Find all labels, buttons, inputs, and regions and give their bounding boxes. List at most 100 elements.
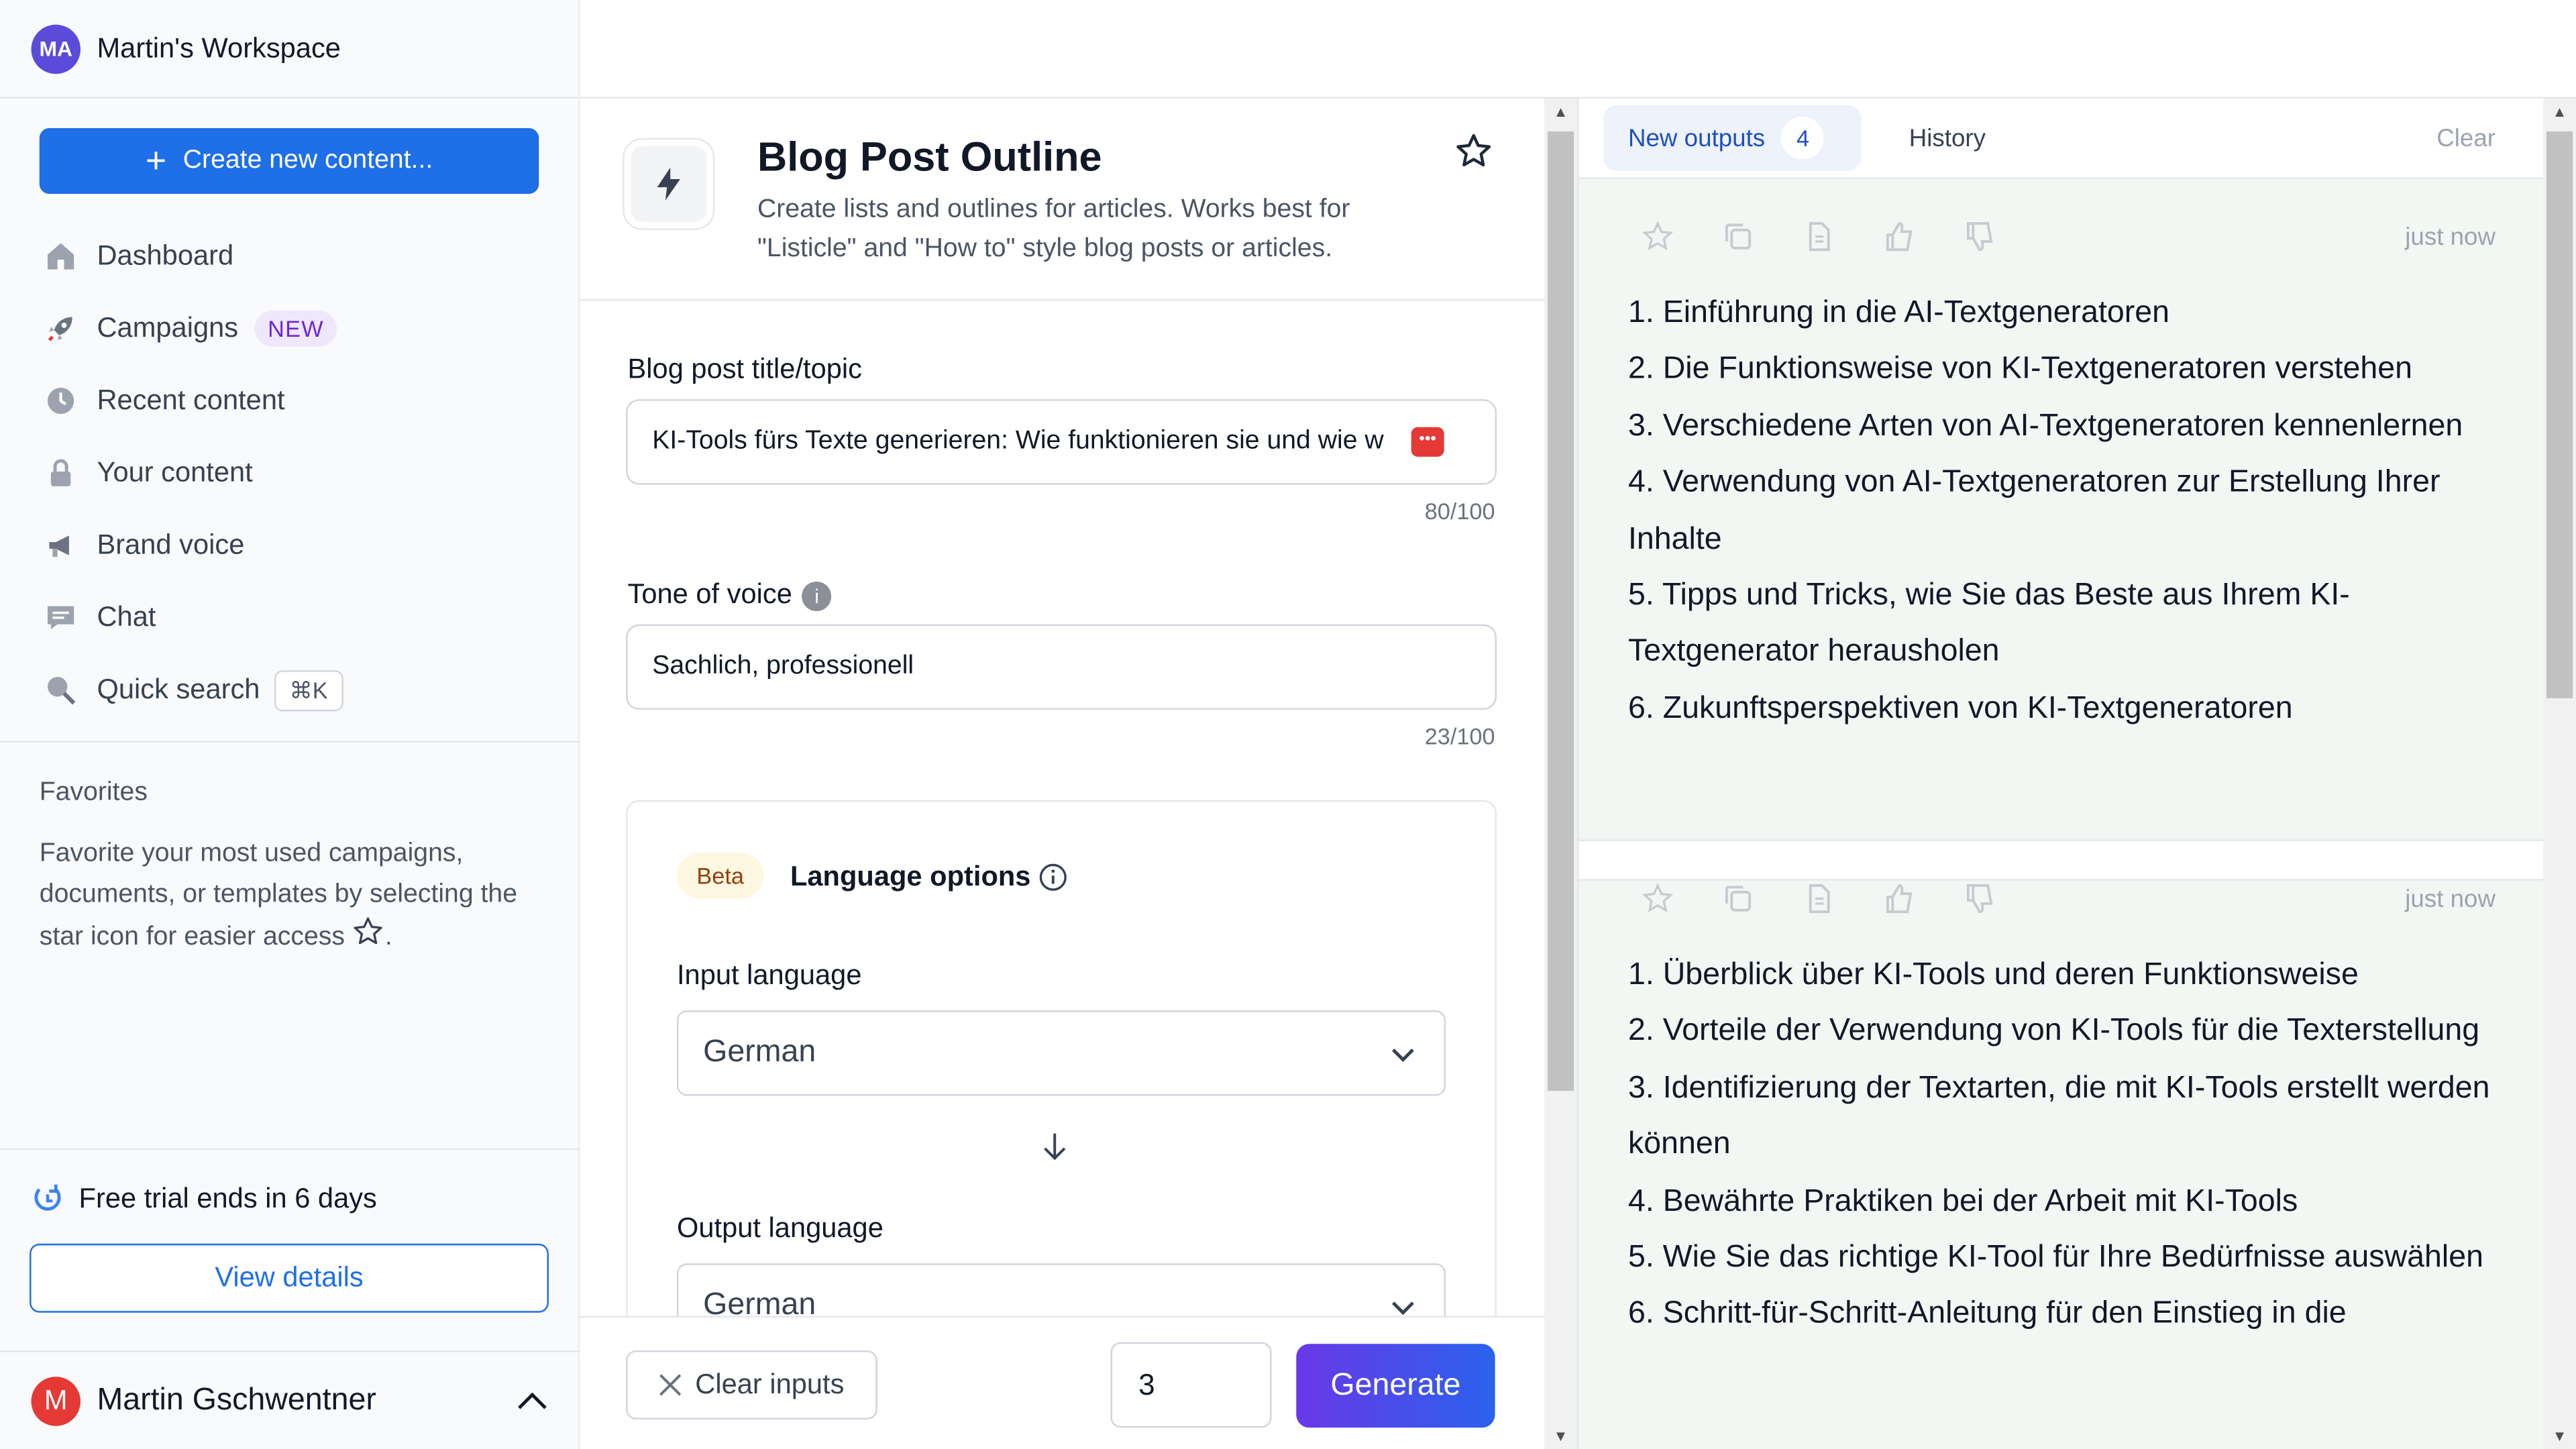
clear-inputs-button[interactable]: Clear inputs bbox=[626, 1350, 877, 1419]
thumbs-up-icon[interactable] bbox=[1883, 882, 1916, 915]
thumbs-down-icon[interactable] bbox=[1964, 220, 1996, 253]
user-menu[interactable]: M Martin Gschwentner bbox=[31, 1377, 551, 1426]
output-count-input[interactable]: 3 bbox=[1110, 1342, 1272, 1428]
clear-outputs-button[interactable]: Clear bbox=[2436, 125, 2496, 153]
rocket-icon bbox=[43, 311, 79, 347]
create-content-label: Create new content... bbox=[182, 146, 433, 174]
lightning-icon bbox=[623, 138, 715, 230]
output-actions bbox=[1642, 220, 1996, 253]
divider bbox=[0, 741, 580, 743]
template-header: Blog Post Outline Create lists and outli… bbox=[580, 99, 1545, 301]
scroll-down-arrow[interactable]: ▼ bbox=[2543, 1423, 2576, 1449]
copy-icon[interactable] bbox=[1722, 882, 1755, 915]
sidebar-item-brand-voice[interactable]: Brand voice bbox=[43, 509, 552, 582]
output-language-label: Output language bbox=[676, 1212, 883, 1244]
tone-input-value: Sachlich, professionell bbox=[652, 652, 914, 680]
tone-counter: 23/100 bbox=[1424, 722, 1495, 749]
megaphone-icon bbox=[43, 527, 79, 564]
search-icon bbox=[43, 672, 79, 708]
topic-counter: 80/100 bbox=[1424, 498, 1495, 525]
output-line: 2. Die Funktionsweise von KI-Textgenerat… bbox=[1627, 352, 2413, 387]
tab-new-outputs[interactable]: New outputs 4 bbox=[1603, 105, 1862, 171]
form-scrollbar[interactable]: ▲ ▼ bbox=[1544, 98, 1578, 1449]
output-actions bbox=[1642, 882, 1996, 915]
outputs-scrollbar[interactable]: ▲ ▼ bbox=[2543, 98, 2576, 1449]
scroll-down-arrow[interactable]: ▼ bbox=[1544, 1423, 1577, 1449]
thumbs-down-icon[interactable] bbox=[1964, 882, 1996, 915]
workspace-header[interactable]: MA Martin's Workspace bbox=[0, 0, 579, 99]
sidebar-item-label: Quick search bbox=[97, 674, 260, 705]
output-line: 5. Tipps und Tricks, wie Sie das Beste a… bbox=[1627, 578, 2350, 669]
star-icon bbox=[354, 917, 383, 945]
divider bbox=[0, 1148, 580, 1150]
output-line: 3. Verschiedene Arten von AI-Textgenerat… bbox=[1627, 409, 2463, 443]
sidebar-nav: Dashboard Campaigns NEW Recent content Y… bbox=[43, 220, 552, 726]
document-icon[interactable] bbox=[1803, 220, 1835, 253]
chevron-up-icon[interactable] bbox=[515, 1383, 551, 1419]
info-circle-icon[interactable] bbox=[1038, 863, 1068, 900]
star-icon[interactable] bbox=[1642, 220, 1674, 253]
output-card: just now 1. Einführung in die AI-Textgen… bbox=[1578, 180, 2545, 840]
clock-icon bbox=[43, 383, 79, 419]
input-language-label: Input language bbox=[676, 959, 862, 991]
view-details-button[interactable]: View details bbox=[30, 1243, 549, 1313]
info-icon[interactable]: i bbox=[802, 580, 832, 610]
trial-notice: Free trial ends in 6 days bbox=[32, 1183, 377, 1216]
output-line: 1. Überblick über KI-Tools und deren Fun… bbox=[1627, 957, 2359, 993]
top-bar bbox=[580, 0, 2576, 99]
output-line: 2. Vorteile der Verwendung von KI-Tools … bbox=[1627, 1014, 2480, 1049]
topic-input[interactable]: KI-Tools fürs Texte generieren: Wie funk… bbox=[626, 399, 1497, 485]
sidebar-item-label: Dashboard bbox=[97, 239, 234, 272]
grammar-badge-icon[interactable]: ••• bbox=[1411, 427, 1444, 457]
tone-input[interactable]: Sachlich, professionell bbox=[626, 624, 1497, 710]
output-line: 5. Wie Sie das richtige KI-Tool für Ihre… bbox=[1627, 1240, 2484, 1275]
topic-input-value: KI-Tools fürs Texte generieren: Wie funk… bbox=[652, 427, 1384, 455]
scroll-up-arrow[interactable]: ▲ bbox=[2543, 99, 2576, 125]
template-title: Blog Post Outline bbox=[757, 134, 1102, 181]
create-content-button[interactable]: + Create new content... bbox=[39, 128, 539, 194]
output-line: 6. Schritt-für-Schritt-Anleitung für den… bbox=[1627, 1297, 2347, 1332]
input-language-select[interactable]: German bbox=[676, 1010, 1446, 1096]
user-avatar: M bbox=[31, 1377, 81, 1426]
arrow-down-icon bbox=[1044, 1133, 1066, 1161]
sidebar-item-campaigns[interactable]: Campaigns NEW bbox=[43, 292, 552, 365]
document-icon[interactable] bbox=[1803, 882, 1835, 915]
favorites-description: Favorite your most used campaigns, docum… bbox=[39, 839, 518, 951]
tab-history[interactable]: History bbox=[1909, 125, 1986, 153]
language-options-title: Language options bbox=[790, 861, 1031, 892]
app-window: MA Martin's Workspace + Create new conte… bbox=[0, 0, 2576, 1449]
clear-inputs-label: Clear inputs bbox=[695, 1368, 845, 1400]
divider bbox=[0, 1350, 580, 1352]
copy-icon[interactable] bbox=[1722, 220, 1755, 253]
sidebar-item-dashboard[interactable]: Dashboard bbox=[43, 220, 552, 292]
sidebar-item-label: Recent content bbox=[97, 384, 285, 416]
workspace-avatar: MA bbox=[31, 23, 81, 73]
workspace-name: Martin's Workspace bbox=[97, 32, 341, 64]
sidebar-item-your-content[interactable]: Your content bbox=[43, 437, 552, 509]
favorites-text: Favorite your most used campaigns, docum… bbox=[40, 833, 533, 958]
plus-icon: + bbox=[145, 140, 167, 181]
output-line: 3. Identifizierung der Textarten, die mi… bbox=[1627, 1071, 2490, 1162]
scroll-thumb[interactable] bbox=[1547, 131, 1574, 1091]
favorite-star-icon[interactable] bbox=[1454, 131, 1493, 179]
lock-icon bbox=[43, 455, 79, 491]
sidebar-item-label: Brand voice bbox=[97, 529, 245, 561]
sidebar-item-label: Chat bbox=[97, 601, 156, 633]
output-line: 4. Verwendung von AI-Textgeneratoren zur… bbox=[1627, 465, 2440, 557]
output-text[interactable]: 1. Einführung in die AI-Textgeneratoren … bbox=[1628, 286, 2515, 738]
scroll-up-arrow[interactable]: ▲ bbox=[1544, 99, 1577, 125]
tone-label: Tone of voice i bbox=[628, 578, 832, 611]
template-description: Create lists and outlines for articles. … bbox=[757, 195, 1350, 263]
scroll-thumb[interactable] bbox=[2546, 131, 2573, 698]
sidebar-item-recent-content[interactable]: Recent content bbox=[43, 365, 552, 437]
card-separator bbox=[1578, 839, 2545, 881]
sidebar-item-quick-search[interactable]: Quick search ⌘K bbox=[43, 654, 552, 727]
generate-button[interactable]: Generate bbox=[1296, 1344, 1495, 1428]
star-icon[interactable] bbox=[1642, 882, 1674, 915]
topic-label: Blog post title/topic bbox=[627, 353, 862, 385]
favorites-title: Favorites bbox=[39, 778, 148, 807]
thumbs-up-icon[interactable] bbox=[1883, 220, 1916, 253]
new-outputs-count: 4 bbox=[1781, 116, 1825, 160]
sidebar-item-chat[interactable]: Chat bbox=[43, 582, 552, 654]
output-text[interactable]: 1. Überblick über KI-Tools und deren Fun… bbox=[1628, 948, 2515, 1344]
